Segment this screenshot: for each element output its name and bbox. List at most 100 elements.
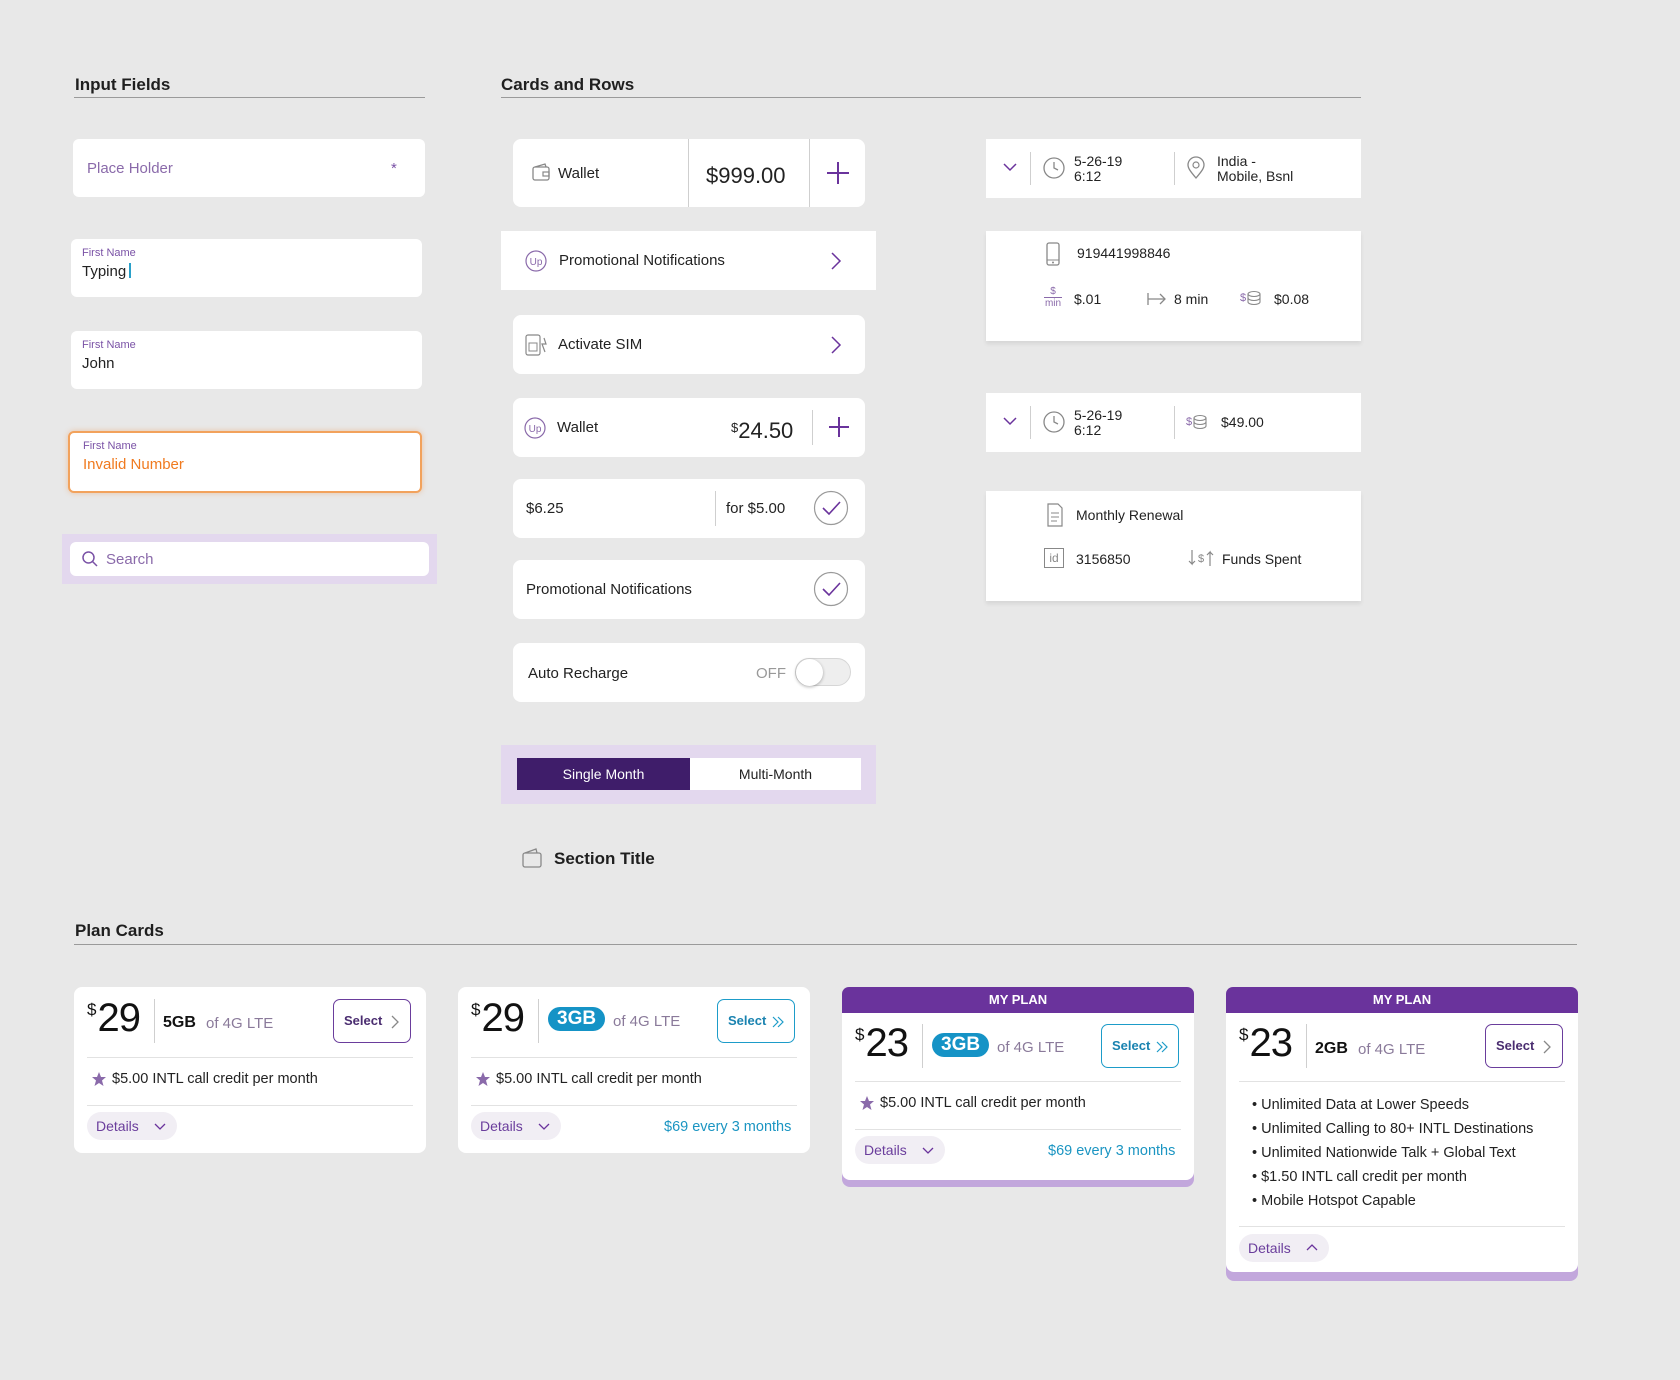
input-fields-heading: Input Fields [75, 75, 171, 94]
select-plan-button[interactable]: Select [717, 999, 795, 1043]
plan-card: $29 5GB of 4G LTE Select $5.00 INTL call… [74, 987, 426, 1153]
typing-value-wrap: Typing [82, 263, 132, 280]
duration-arrow-icon [1146, 291, 1168, 307]
call-history-row[interactable]: 5-26-19 6:12 India - Mobile, Bsnl [986, 139, 1361, 198]
price-value: 23 [865, 1021, 908, 1065]
wallet-row: Up Wallet $24.50 [513, 398, 865, 457]
wallet-amount-wrap: $24.50 [731, 418, 793, 444]
call-time: 6:12 [1074, 168, 1102, 184]
details-label: Details [1248, 1240, 1291, 1256]
add-funds-button[interactable] [825, 160, 851, 186]
search-placeholder: Search [106, 551, 154, 568]
feature-text: $1.50 INTL call credit per month [1261, 1169, 1467, 1185]
divider [1174, 406, 1175, 439]
first-name-error-field[interactable]: First Name Invalid Number [68, 431, 422, 493]
transaction-row[interactable]: 5-26-19 6:12 $ $49.00 [986, 393, 1361, 452]
search-icon [81, 550, 99, 568]
feature-text: Unlimited Calling to 80+ INTL Destinatio… [1261, 1121, 1534, 1137]
select-label: Select [728, 1013, 767, 1028]
search-input[interactable]: Search [70, 542, 429, 576]
plan-price: $29 [471, 996, 525, 1041]
my-plan-card: MY PLAN $23 3GB of 4G LTE Select $5.00 I… [842, 987, 1194, 1180]
divider [855, 1081, 1181, 1082]
promo-check-row[interactable]: Promotional Notifications [513, 560, 865, 619]
currency-symbol: $ [1239, 1025, 1249, 1044]
details-toggle[interactable]: Details [471, 1112, 561, 1140]
select-label: Select [1496, 1038, 1535, 1053]
segment-multi-month[interactable]: Multi-Month [690, 758, 861, 790]
input-fields-divider [74, 97, 425, 98]
placeholder-field[interactable]: Place Holder * [73, 139, 425, 197]
select-plan-button[interactable]: Select [1485, 1024, 1563, 1068]
double-chevron-icon [771, 1015, 785, 1029]
wallet-amount: 24.50 [738, 418, 794, 443]
details-toggle[interactable]: Details [87, 1112, 177, 1140]
price-value: 29 [481, 996, 524, 1040]
activate-sim-row[interactable]: Activate SIM [513, 315, 865, 374]
feature-item: • Unlimited Nationwide Talk + Global Tex… [1252, 1145, 1516, 1161]
chevron-down-icon[interactable] [1002, 161, 1018, 173]
divider [855, 1129, 1181, 1130]
select-plan-button[interactable]: Select [1101, 1024, 1179, 1068]
clock-icon [1042, 410, 1066, 434]
wallet-balance-row: Wallet $999.00 [513, 139, 865, 207]
plan-price: $29 [87, 996, 141, 1041]
first-name-typing-field[interactable]: First Name Typing [71, 239, 422, 297]
feature-item: • Unlimited Data at Lower Speeds [1252, 1097, 1470, 1113]
chevron-right-icon [390, 1015, 399, 1029]
segment-single-month[interactable]: Single Month [517, 758, 690, 790]
divider [87, 1105, 413, 1106]
wallet-label: Wallet [558, 165, 600, 182]
divider [812, 410, 813, 445]
feature-item: • Unlimited Calling to 80+ INTL Destinat… [1252, 1121, 1534, 1137]
auto-recharge-toggle[interactable] [795, 658, 851, 686]
details-label: Details [480, 1118, 523, 1134]
section-title: Section Title [554, 849, 655, 868]
cards-rows-heading: Cards and Rows [501, 75, 635, 94]
phone-icon [1045, 242, 1061, 266]
error-value: Invalid Number [83, 456, 184, 473]
wallet-amount: $999.00 [706, 163, 786, 188]
currency-symbol: $ [471, 1000, 481, 1019]
select-plan-button[interactable]: Select [333, 999, 411, 1043]
price-value: 23 [1249, 1021, 1292, 1065]
auto-recharge-label: Auto Recharge [528, 665, 629, 682]
multi-month-price: $69 every 3 months [1048, 1143, 1176, 1159]
id-icon: id [1044, 548, 1064, 568]
my-plan-header: MY PLAN [1226, 987, 1578, 1013]
offer-row[interactable]: $6.25 for $5.00 [513, 479, 865, 538]
check-circle-icon[interactable] [813, 571, 849, 607]
feature-item: • $1.50 INTL call credit per month [1252, 1169, 1467, 1185]
divider [1030, 152, 1031, 185]
plan-card: $29 3GB of 4G LTE Select $5.00 INTL call… [458, 987, 810, 1153]
my-plan-header: MY PLAN [842, 987, 1194, 1013]
add-funds-button[interactable] [827, 415, 851, 439]
promo-label: Promotional Notifications [559, 252, 725, 269]
double-chevron-icon [1155, 1040, 1169, 1054]
first-name-filled-field[interactable]: First Name John [71, 331, 422, 389]
divider [1239, 1081, 1565, 1082]
currency-symbol: $ [87, 1000, 97, 1019]
segmented-control: Single Month Multi-Month [501, 745, 876, 804]
call-location-line1: India - [1217, 153, 1256, 169]
up-icon: Up [523, 416, 547, 440]
currency-symbol: $ [855, 1025, 865, 1044]
divider [1174, 152, 1175, 185]
rate-value: $.01 [1074, 291, 1102, 307]
details-toggle[interactable]: Details [855, 1136, 945, 1164]
intl-credit: $5.00 INTL call credit per month [112, 1071, 318, 1087]
chevron-right-icon [829, 335, 843, 355]
text-cursor [129, 263, 132, 278]
details-label: Details [864, 1142, 907, 1158]
typing-value: Typing [82, 263, 127, 280]
chevron-down-icon[interactable] [1002, 415, 1018, 427]
call-detail-panel: 919441998846 $ min $.01 8 min $ $0.08 [986, 231, 1361, 341]
auto-recharge-row: Auto Recharge OFF [513, 643, 865, 702]
transaction-detail-panel: Monthly Renewal id 3156850 $ Funds Spent [986, 491, 1361, 601]
up-icon: Up [524, 249, 548, 273]
check-circle-icon[interactable] [813, 490, 849, 526]
plan-data-pill: 3GB [548, 1007, 606, 1031]
wallet-icon [522, 848, 544, 868]
details-toggle[interactable]: Details [1239, 1234, 1329, 1262]
promo-notifications-row[interactable]: Up Promotional Notifications [501, 231, 876, 290]
